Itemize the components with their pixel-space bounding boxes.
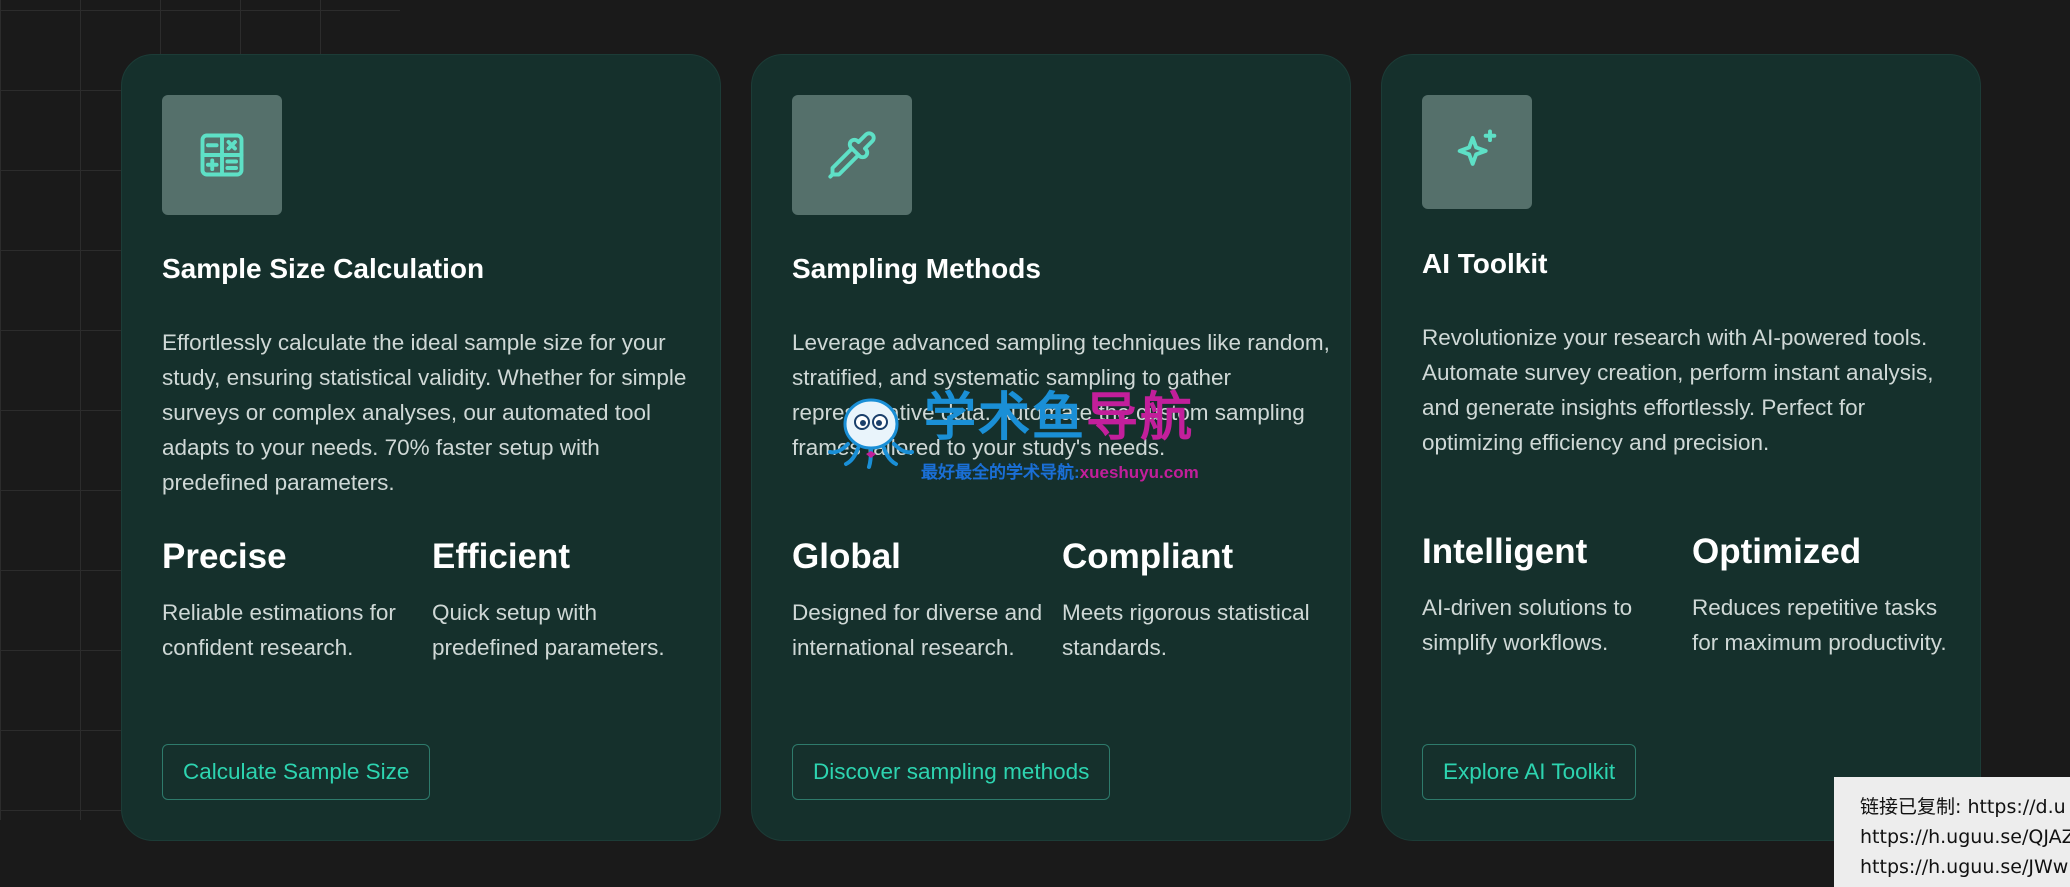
pipette-icon	[792, 95, 912, 215]
stat-compliant: Compliant Meets rigorous statistical sta…	[1062, 535, 1324, 665]
stat-value: Compliant	[1062, 537, 1234, 576]
stat-label: Quick setup with predefined parameters.	[432, 600, 665, 660]
stat-precise: Precise Reliable estimations for confide…	[162, 535, 424, 665]
card-title: Sample Size Calculation	[162, 253, 485, 284]
stat-intelligent: Intelligent AI-driven solutions to simpl…	[1422, 530, 1684, 660]
discover-sampling-methods-button[interactable]: Discover sampling methods	[792, 744, 1111, 800]
card-description: Leverage advanced sampling techniques li…	[792, 330, 1330, 460]
stat-value: Intelligent	[1422, 532, 1588, 571]
stat-label: Designed for diverse and international r…	[792, 600, 1043, 660]
feature-card-ai-toolkit: AI Toolkit Revolutionize your research w…	[1381, 54, 1981, 841]
stat-value: Optimized	[1692, 532, 1862, 571]
stat-label: AI-driven solutions to simplify workflow…	[1422, 595, 1633, 655]
card-title: Sampling Methods	[792, 253, 1041, 284]
card-description: Effortlessly calculate the ideal sample …	[162, 330, 687, 495]
toast-line: https://h.uguu.se/QJAZ	[1860, 826, 2070, 848]
feature-card-sampling-methods: Sampling Methods Leverage advanced sampl…	[751, 54, 1351, 841]
toast-line: https://h.uguu.se/JWw	[1860, 856, 2069, 878]
stat-value: Efficient	[432, 537, 571, 576]
stat-value: Global	[792, 537, 901, 576]
sparkles-icon	[1422, 95, 1532, 209]
stat-efficient: Efficient Quick setup with predefined pa…	[432, 535, 694, 665]
card-title: AI Toolkit	[1422, 248, 1548, 279]
card-description: Revolutionize your research with AI-powe…	[1422, 325, 1934, 455]
stat-value: Precise	[162, 537, 287, 576]
toast-line: 链接已复制: https://d.u	[1860, 796, 2066, 818]
calculate-sample-size-button[interactable]: Calculate Sample Size	[162, 744, 431, 800]
calculator-icon	[162, 95, 282, 215]
explore-ai-toolkit-button[interactable]: Explore AI Toolkit	[1422, 744, 1637, 800]
link-copied-toast: 链接已复制: https://d.u https://h.uguu.se/QJA…	[1834, 777, 2070, 887]
stat-label: Reduces repetitive tasks for maximum pro…	[1692, 595, 1947, 655]
stat-optimized: Optimized Reduces repetitive tasks for m…	[1692, 530, 1954, 660]
stat-label: Reliable estimations for confident resea…	[162, 600, 396, 660]
feature-card-sample-size: Sample Size Calculation Effortlessly cal…	[121, 54, 721, 841]
stat-label: Meets rigorous statistical standards.	[1062, 600, 1310, 660]
stat-global: Global Designed for diverse and internat…	[792, 535, 1054, 665]
